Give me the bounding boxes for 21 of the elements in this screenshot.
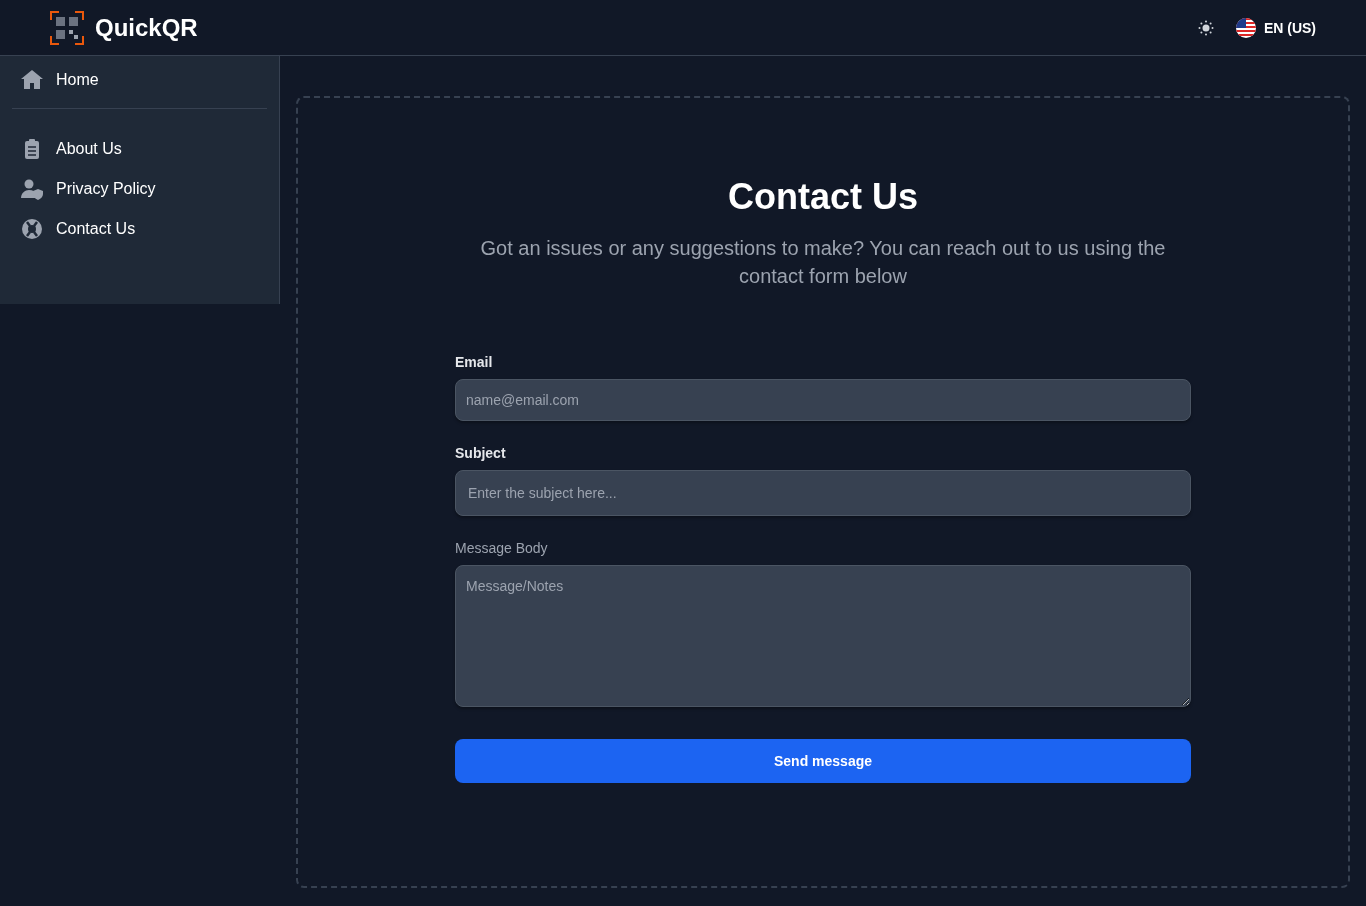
home-icon: [20, 68, 44, 92]
sidebar-item[interactable]: About Us: [12, 129, 267, 169]
input-field[interactable]: Enter the subject here...: [455, 470, 1191, 516]
lifebuoy-icon: [20, 217, 44, 241]
message-field[interactable]: Message/Notes: [455, 565, 1191, 707]
sidebar-item[interactable]: Home: [12, 60, 267, 100]
page-title: Contact Us: [728, 176, 918, 218]
field-label: Email: [455, 354, 494, 370]
field-label: Subject: [455, 445, 507, 461]
send-button[interactable]: Send message: [455, 739, 1191, 783]
sidebar-item[interactable]: Privacy Policy: [12, 169, 267, 209]
page-subtitle: Got an issues or any suggestions to make? You can reach out to us using the contact form below: [479, 236, 1167, 289]
sidebar-item[interactable]: Contact Us: [12, 209, 267, 249]
input-field[interactable]: name@email.com: [455, 379, 1191, 421]
brand-name[interactable]: QuickQR: [95, 13, 198, 42]
qr-code-icon: [50, 10, 84, 45]
user-shield-icon: [20, 177, 44, 201]
sun-icon[interactable]: [1197, 19, 1214, 36]
flag-icon: [1235, 17, 1256, 38]
language-button[interactable]: EN (US): [1235, 17, 1316, 38]
field-label: Message Body: [455, 540, 549, 556]
